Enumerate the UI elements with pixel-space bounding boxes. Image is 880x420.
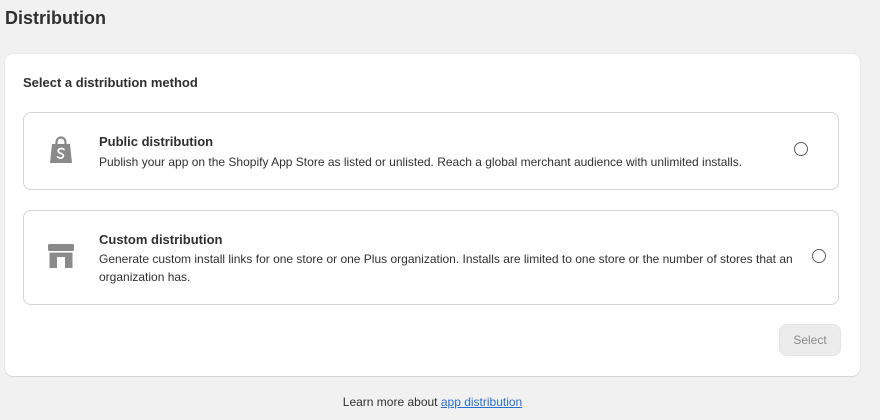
app-distribution-link[interactable]: app distribution <box>441 395 522 409</box>
option-description: Publish your app on the Shopify App Stor… <box>99 155 743 169</box>
option-description: Generate custom install links for one st… <box>99 252 793 284</box>
public-distribution-radio[interactable] <box>794 142 808 156</box>
option-title: Custom distribution <box>99 232 223 247</box>
footer-text: Learn more about <box>342 395 438 409</box>
shopping-bag-icon <box>46 135 76 165</box>
footer: Learn more about app distribution <box>0 395 865 409</box>
card-heading: Select a distribution method <box>23 75 198 90</box>
custom-distribution-radio[interactable] <box>812 249 826 263</box>
page-title: Distribution <box>5 8 106 28</box>
custom-distribution-option[interactable]: Custom distribution Generate custom inst… <box>23 210 839 305</box>
store-icon <box>46 241 76 271</box>
option-title: Public distribution <box>99 134 214 149</box>
select-button[interactable]: Select <box>779 324 841 356</box>
public-distribution-option[interactable]: Public distribution Publish your app on … <box>23 112 839 190</box>
distribution-card: Select a distribution method Public dist… <box>5 54 860 376</box>
